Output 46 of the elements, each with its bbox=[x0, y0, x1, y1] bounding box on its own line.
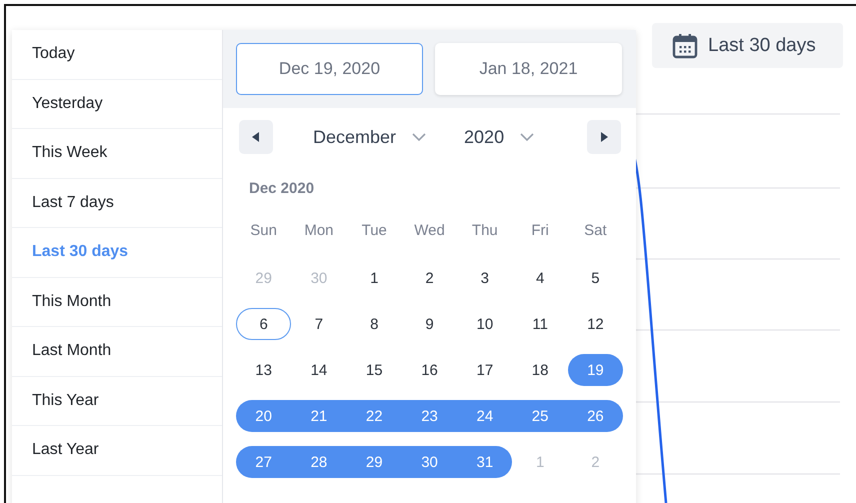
left-triangle-icon bbox=[252, 132, 260, 142]
calendar-day[interactable]: 3 bbox=[457, 262, 512, 294]
calendar-day[interactable]: 4 bbox=[512, 262, 568, 294]
preset-option[interactable]: Today bbox=[12, 30, 222, 80]
weekday-label: Sat bbox=[583, 222, 608, 239]
calendar-day[interactable]: 11 bbox=[512, 308, 568, 340]
calendar-day[interactable]: 5 bbox=[568, 262, 624, 294]
calendar-icon bbox=[672, 32, 698, 58]
calendar-day[interactable]: 10 bbox=[457, 308, 512, 340]
calendar-day[interactable]: 14 bbox=[291, 354, 347, 386]
calendar-day[interactable]: 9 bbox=[402, 308, 458, 340]
weekday-label: Thu bbox=[470, 222, 499, 239]
month-select[interactable]: December bbox=[313, 126, 426, 148]
start-date-field[interactable]: Dec 19, 2020 bbox=[236, 43, 423, 95]
preset-option[interactable]: This Week bbox=[12, 129, 222, 178]
calendar-day[interactable]: 13 bbox=[236, 354, 292, 386]
preset-option[interactable]: Yesterday bbox=[12, 80, 222, 129]
previous-month-button[interactable] bbox=[239, 120, 273, 154]
right-triangle-icon bbox=[600, 132, 608, 142]
preset-option[interactable]: Last 7 days bbox=[12, 178, 222, 228]
preset-option[interactable]: Last Year bbox=[12, 426, 222, 476]
calendar-day[interactable]: 8 bbox=[346, 308, 402, 340]
chevron-down-icon bbox=[520, 133, 534, 141]
next-month-button[interactable] bbox=[587, 120, 621, 154]
calendar-day[interactable]: 1 bbox=[346, 262, 402, 294]
calendar-day[interactable]: 15 bbox=[346, 354, 402, 386]
month-caption: Dec 2020 bbox=[249, 180, 316, 198]
calendar-day[interactable]: 17 bbox=[457, 354, 512, 386]
preset-option[interactable]: This Month bbox=[12, 278, 222, 327]
weekday-label: Mon bbox=[303, 222, 335, 239]
chevron-down-icon bbox=[412, 133, 426, 141]
calendar-day[interactable]: 18 bbox=[512, 354, 568, 386]
preset-option[interactable]: Last Month bbox=[12, 327, 222, 376]
end-date-field[interactable]: Jan 18, 2021 bbox=[435, 43, 622, 95]
calendar-day[interactable]: 6 bbox=[236, 308, 292, 340]
preset-option[interactable]: This Year bbox=[12, 376, 222, 426]
calendar-day[interactable]: 12 bbox=[568, 308, 624, 340]
date-range-button[interactable]: Last 30 days bbox=[652, 23, 843, 68]
calendar-day[interactable]: 7 bbox=[291, 308, 347, 340]
weekday-label: Tue bbox=[360, 222, 388, 239]
calendar-day[interactable]: 16 bbox=[402, 354, 458, 386]
weekday-label: Wed bbox=[413, 222, 446, 239]
year-select[interactable]: 2020 bbox=[464, 126, 534, 148]
weekday-label: Sun bbox=[249, 222, 278, 239]
weekday-label: Fri bbox=[530, 222, 550, 239]
calendar-day[interactable]: 2 bbox=[402, 262, 458, 294]
